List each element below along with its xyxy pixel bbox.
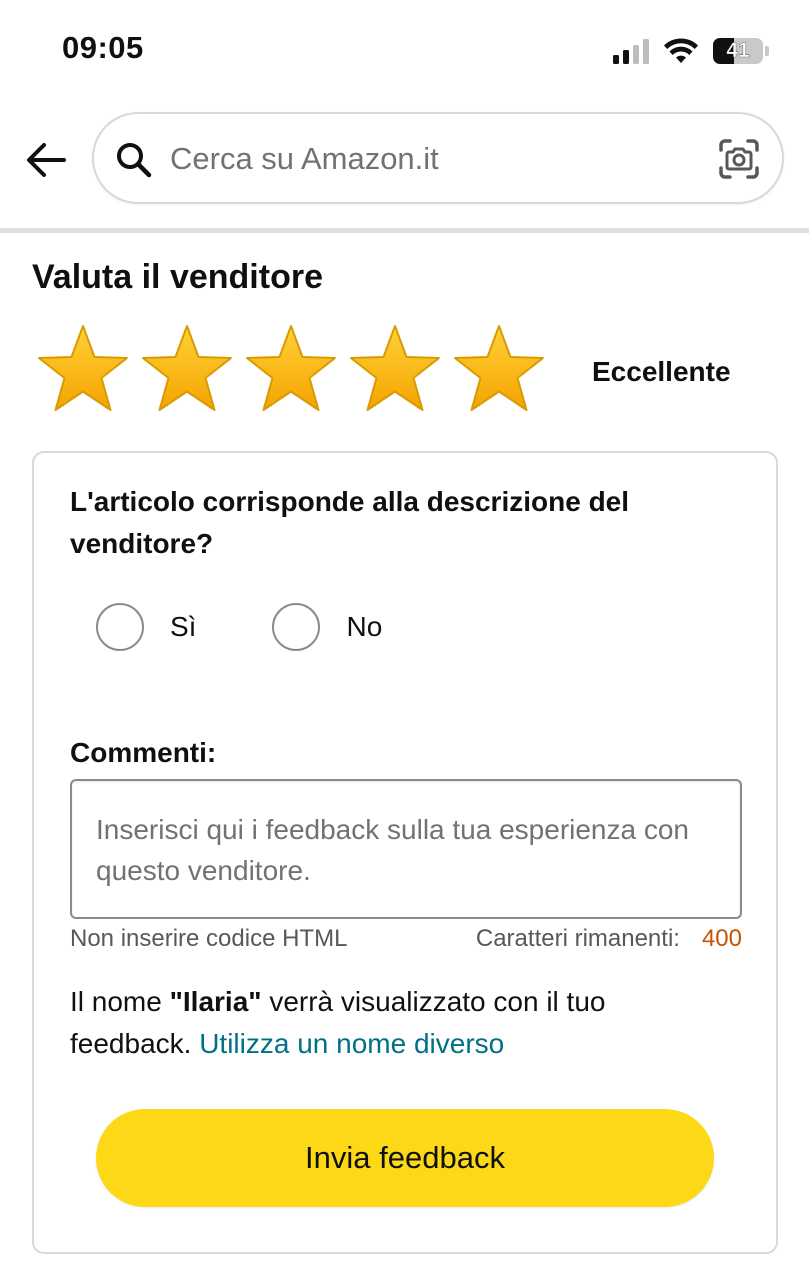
remaining-count: 400: [701, 925, 742, 952]
header-divider: [0, 228, 809, 233]
option-no[interactable]: No: [272, 603, 382, 651]
battery-body: 41: [713, 38, 763, 64]
star-2-icon[interactable]: [140, 322, 234, 416]
radio-no[interactable]: [272, 603, 321, 651]
arrow-left-icon: [27, 143, 66, 177]
display-name-note: Il nome "Ilaria" verrà visualizzato con …: [70, 981, 730, 1065]
search-input[interactable]: [170, 134, 690, 184]
battery-level: 41: [726, 39, 750, 62]
description-match-question: L'articolo corrisponde alla descrizione …: [70, 486, 630, 559]
star-5-icon[interactable]: [452, 322, 546, 416]
wifi-icon: [664, 38, 698, 63]
description-match-options: Sì No: [96, 603, 382, 651]
submit-feedback-button[interactable]: Invia feedback: [96, 1109, 714, 1207]
star-1-icon[interactable]: [36, 322, 130, 416]
option-yes[interactable]: Sì: [96, 603, 196, 651]
status-icons: 41: [613, 33, 769, 69]
battery-icon: 41: [713, 38, 769, 64]
option-no-label: No: [346, 611, 383, 642]
battery-tip: [765, 46, 769, 56]
status-bar: 09:05 41: [0, 0, 809, 100]
remaining-label: Caratteri rimanenti:: [475, 925, 680, 952]
name-prefix: Il nome: [70, 986, 170, 1017]
rate-seller-title: Valuta il venditore: [32, 258, 323, 296]
search-bar[interactable]: [92, 112, 784, 204]
star-rating[interactable]: [36, 322, 546, 416]
back-button[interactable]: [22, 136, 70, 184]
option-yes-label: Sì: [170, 611, 197, 642]
search-header: [0, 100, 809, 232]
star-3-icon[interactable]: [244, 322, 338, 416]
cellular-signal-icon: [613, 38, 649, 64]
camera-lens-icon[interactable]: [718, 138, 760, 180]
radio-yes[interactable]: [96, 603, 144, 651]
status-time: 09:05: [62, 30, 144, 65]
comments-textarea[interactable]: [70, 779, 742, 919]
search-icon: [117, 143, 152, 178]
feedback-card: L'articolo corrisponde alla descrizione …: [32, 451, 778, 1254]
rating-label: Eccellente: [592, 356, 731, 387]
comments-label: Commenti:: [70, 737, 217, 768]
change-name-link[interactable]: Utilizza un nome diverso: [199, 1028, 504, 1059]
page: 09:05 41 Cerca su Amazon.it Valuta il ve…: [0, 0, 809, 1280]
star-4-icon[interactable]: [348, 322, 442, 416]
remaining-characters: Caratteri rimanenti: 400: [476, 925, 742, 953]
display-name: "Ilaria": [169, 986, 262, 1017]
html-hint: Non inserire codice HTML: [70, 925, 348, 952]
